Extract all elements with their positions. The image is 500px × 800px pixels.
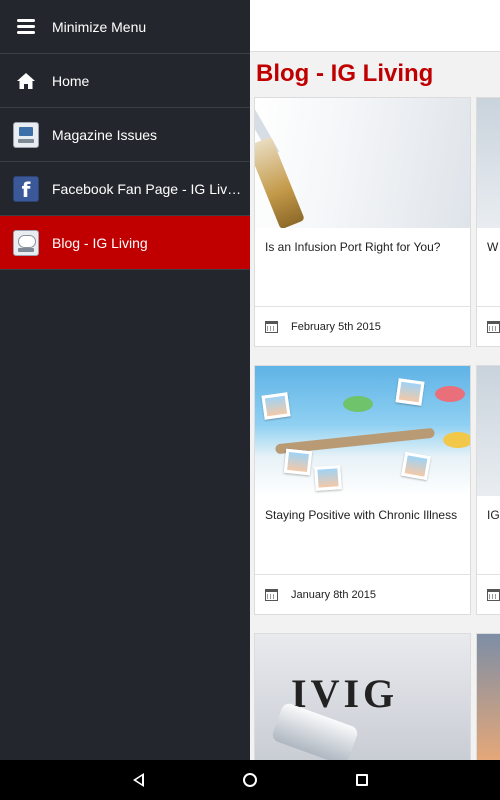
blog-post-card-partial[interactable] — [476, 633, 500, 760]
drawer-item-facebook-fan-page[interactable]: f Facebook Fan Page - IG Living — [0, 162, 250, 216]
main-content: Blog - IG Living Is an Infusion Port Rig… — [250, 0, 500, 760]
page-title: Blog - IG Living — [256, 60, 434, 87]
post-date: January 8th 2015 — [291, 588, 377, 601]
post-thumbnail — [255, 366, 470, 496]
navigation-drawer: Minimize Menu Home Magazine Issues f Fac… — [0, 0, 250, 760]
home-circle-icon[interactable] — [238, 768, 262, 792]
post-thumbnail — [477, 366, 500, 496]
post-thumbnail: IVIG — [255, 634, 470, 760]
drawer-item-home[interactable]: Home — [0, 54, 250, 108]
calendar-icon — [265, 320, 278, 333]
drawer-item-blog[interactable]: Blog - IG Living — [0, 216, 250, 270]
drawer-item-label: Facebook Fan Page - IG Living — [52, 180, 246, 197]
blog-post-card[interactable]: Staying Positive with Chronic Illness Ja… — [254, 365, 471, 615]
back-icon[interactable] — [126, 768, 150, 792]
post-date: February 5th 2015 — [291, 320, 381, 333]
calendar-icon — [487, 320, 500, 333]
drawer-item-label: Blog - IG Living — [52, 234, 148, 251]
calendar-icon — [265, 588, 278, 601]
system-navigation-bar — [0, 760, 500, 800]
calendar-icon — [487, 588, 500, 601]
home-icon — [0, 54, 52, 108]
blog-icon — [13, 229, 39, 256]
blog-post-card-partial[interactable]: IG — [476, 365, 500, 615]
post-thumbnail — [477, 634, 500, 760]
recents-icon[interactable] — [350, 768, 374, 792]
drawer-item-label: Minimize Menu — [52, 18, 147, 35]
app-toolbar — [250, 0, 500, 52]
magazine-icon — [13, 121, 39, 148]
blog-post-card-partial[interactable]: W — [476, 97, 500, 347]
facebook-icon: f — [13, 175, 39, 202]
post-title-partial: IG — [487, 508, 500, 522]
drawer-item-magazine-issues[interactable]: Magazine Issues — [0, 108, 250, 162]
drawer-item-label: Magazine Issues — [52, 126, 158, 143]
blog-post-card[interactable]: Is an Infusion Port Right for You? Febru… — [254, 97, 471, 347]
menu-icon — [0, 0, 52, 54]
post-title-partial: W — [487, 240, 499, 254]
post-meta: February 5th 2015 — [255, 306, 470, 346]
drawer-item-label: Home — [52, 72, 90, 89]
post-thumbnail — [477, 98, 500, 228]
post-thumbnail — [255, 98, 470, 228]
post-meta: January 8th 2015 — [255, 574, 470, 614]
post-title: Is an Infusion Port Right for You? — [265, 240, 441, 254]
blog-post-card[interactable]: IVIG — [254, 633, 471, 760]
drawer-item-minimize-menu[interactable]: Minimize Menu — [0, 0, 250, 54]
post-title: Staying Positive with Chronic Illness — [265, 508, 458, 522]
